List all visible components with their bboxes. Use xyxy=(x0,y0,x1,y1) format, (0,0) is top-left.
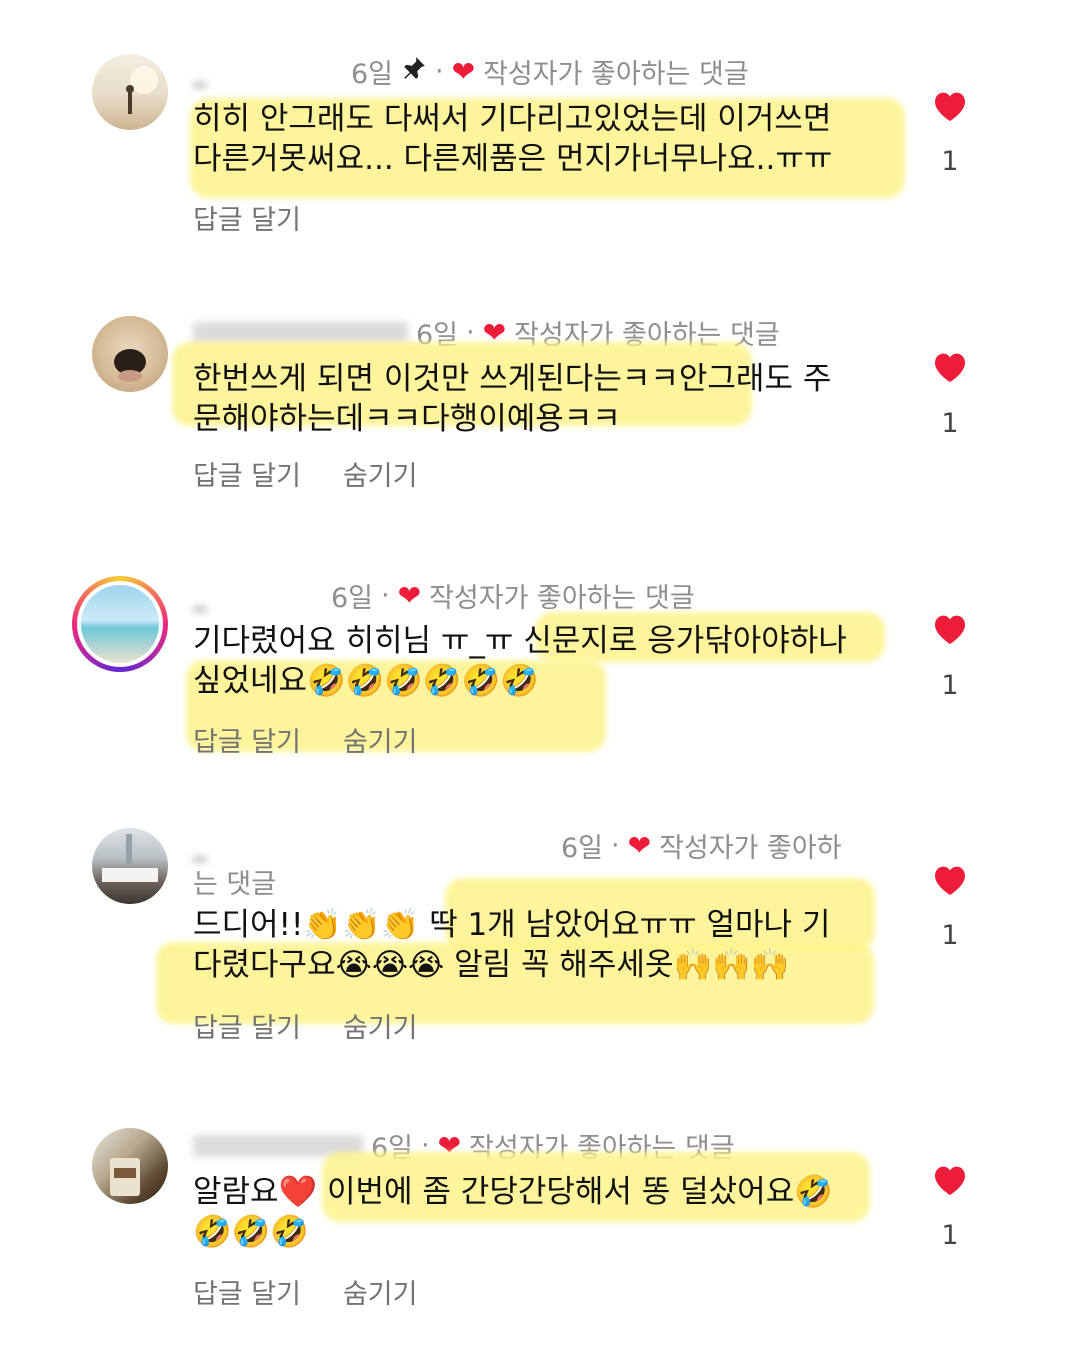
reply-button[interactable]: 답글 달기 xyxy=(193,454,301,493)
separator-dot: · xyxy=(611,830,620,861)
hide-button[interactable]: 숨기기 xyxy=(343,454,418,493)
comment-line: 한번쓰게 되면 이것만 쓰게된다는ㅋㅋ안그래도 주 xyxy=(193,361,832,397)
avatar[interactable] xyxy=(92,828,168,904)
like-heart-icon[interactable] xyxy=(930,609,970,649)
username[interactable]: _ xyxy=(193,56,343,87)
like-count: 1 xyxy=(941,1220,959,1251)
username[interactable]: _ xyxy=(193,830,553,861)
comment-line: 문해야하는데ㅋㅋ다행이예용ㅋㅋ xyxy=(193,401,621,437)
avatar-image xyxy=(126,66,158,114)
author-liked-heart-icon: ❤ xyxy=(451,54,476,88)
author-liked-heart-icon: ❤ xyxy=(397,578,422,612)
comment-meta: _ 6일 · ❤ 작성자가 좋아하는 댓글 xyxy=(193,52,749,91)
comment-text: 히히 안그래도 다써서 기다리고있었는데 이거쓰면 다른거못써요... 다른제품… xyxy=(193,99,832,179)
avatar[interactable] xyxy=(92,1128,168,1204)
comment-age: 6일 xyxy=(561,833,604,864)
comment-text: 알람요❤️ 이번에 좀 간당간당해서 똥 덜샀어요🤣 🤣🤣🤣 xyxy=(193,1172,833,1252)
avatar-story-ring[interactable] xyxy=(72,576,168,672)
like-count: 1 xyxy=(941,920,959,951)
like-heart-icon[interactable] xyxy=(930,860,970,900)
comment-line: 드디어!!👏👏👏 딱 1개 남았어요ㅠㅠ 얼마나 기 xyxy=(193,907,831,943)
comment-meta: _ 6일 · ❤ 작성자가 좋아하 xyxy=(193,826,842,865)
comment-line: 다렸다구요😭😭😭 알림 꼭 해주세옷🙌🙌🙌 xyxy=(193,947,790,983)
comment-actions: 답글 달기 숨기기 xyxy=(193,1272,417,1311)
comment-actions: 답글 달기 xyxy=(193,198,301,237)
comment-age: 6일 xyxy=(331,583,374,614)
reply-button[interactable]: 답글 달기 xyxy=(193,1272,301,1311)
comment-line: 싶었네요🤣🤣🤣🤣🤣🤣 xyxy=(193,663,539,699)
hide-button[interactable]: 숨기기 xyxy=(343,720,418,759)
comment-actions: 답글 달기 숨기기 xyxy=(193,720,417,759)
comment-meta: _ 6일 · ❤ 작성자가 좋아하는 댓글 xyxy=(193,576,695,615)
reply-button[interactable]: 답글 달기 xyxy=(193,1006,301,1045)
author-liked-label: 작성자가 좋아하는 댓글 xyxy=(429,583,695,614)
separator-dot: · xyxy=(435,56,444,87)
comment-line: 알람요❤️ 이번에 좀 간당간당해서 똥 덜샀어요🤣 xyxy=(193,1174,833,1210)
reply-button[interactable]: 답글 달기 xyxy=(193,198,301,237)
like-count: 1 xyxy=(941,670,959,701)
reply-button[interactable]: 답글 달기 xyxy=(193,720,301,759)
hide-button[interactable]: 숨기기 xyxy=(343,1272,418,1311)
author-liked-label: 작성자가 좋아하는 댓글 xyxy=(483,59,749,90)
comment-actions: 답글 달기 숨기기 xyxy=(193,1006,417,1045)
author-liked-heart-icon: ❤ xyxy=(627,828,652,862)
author-liked-label-continued: 는 댓글 xyxy=(193,869,277,900)
comment-text: 한번쓰게 되면 이것만 쓰게된다는ㅋㅋ안그래도 주 문해야하는데ㅋㅋ다행이예용ㅋ… xyxy=(193,359,831,439)
comment-line: 기다렸어요 히히님 ㅠ_ㅠ 신문지로 응가닦아야하나 xyxy=(193,623,847,659)
comment-actions: 답글 달기 숨기기 xyxy=(193,454,417,493)
comment-line: 다른거못써요... 다른제품은 먼지가너무나요..ㅠㅠ xyxy=(193,141,833,177)
avatar[interactable] xyxy=(92,54,168,130)
comment-age: 6일 xyxy=(351,59,394,90)
like-heart-icon[interactable] xyxy=(930,347,970,387)
separator-dot: · xyxy=(381,580,390,611)
avatar-image xyxy=(110,1158,140,1196)
comment-line: 히히 안그래도 다써서 기다리고있었는데 이거쓰면 xyxy=(193,101,832,137)
comment-meta-continued: 는 댓글 xyxy=(193,862,276,901)
like-count: 1 xyxy=(941,146,959,177)
avatar[interactable] xyxy=(92,316,168,392)
username[interactable]: _ xyxy=(193,580,323,611)
avatar-image xyxy=(114,349,146,382)
avatar-image xyxy=(102,834,158,882)
comment-text: 드디어!!👏👏👏 딱 1개 남았어요ㅠㅠ 얼마나 기 다렸다구요😭😭😭 알림 꼭… xyxy=(193,905,830,985)
like-count: 1 xyxy=(941,408,959,439)
author-liked-label: 작성자가 좋아하 xyxy=(659,833,842,864)
hide-button[interactable]: 숨기기 xyxy=(343,1006,418,1045)
like-heart-icon[interactable] xyxy=(930,1160,970,1200)
username[interactable] xyxy=(193,321,408,344)
like-heart-icon[interactable] xyxy=(930,86,970,126)
comment-line: 🤣🤣🤣 xyxy=(193,1214,309,1250)
comment-text: 기다렸어요 히히님 ㅠ_ㅠ 신문지로 응가닦아야하나 싶었네요🤣🤣🤣🤣🤣🤣 xyxy=(193,621,847,701)
pin-icon xyxy=(401,55,427,88)
avatar-image xyxy=(81,585,159,663)
